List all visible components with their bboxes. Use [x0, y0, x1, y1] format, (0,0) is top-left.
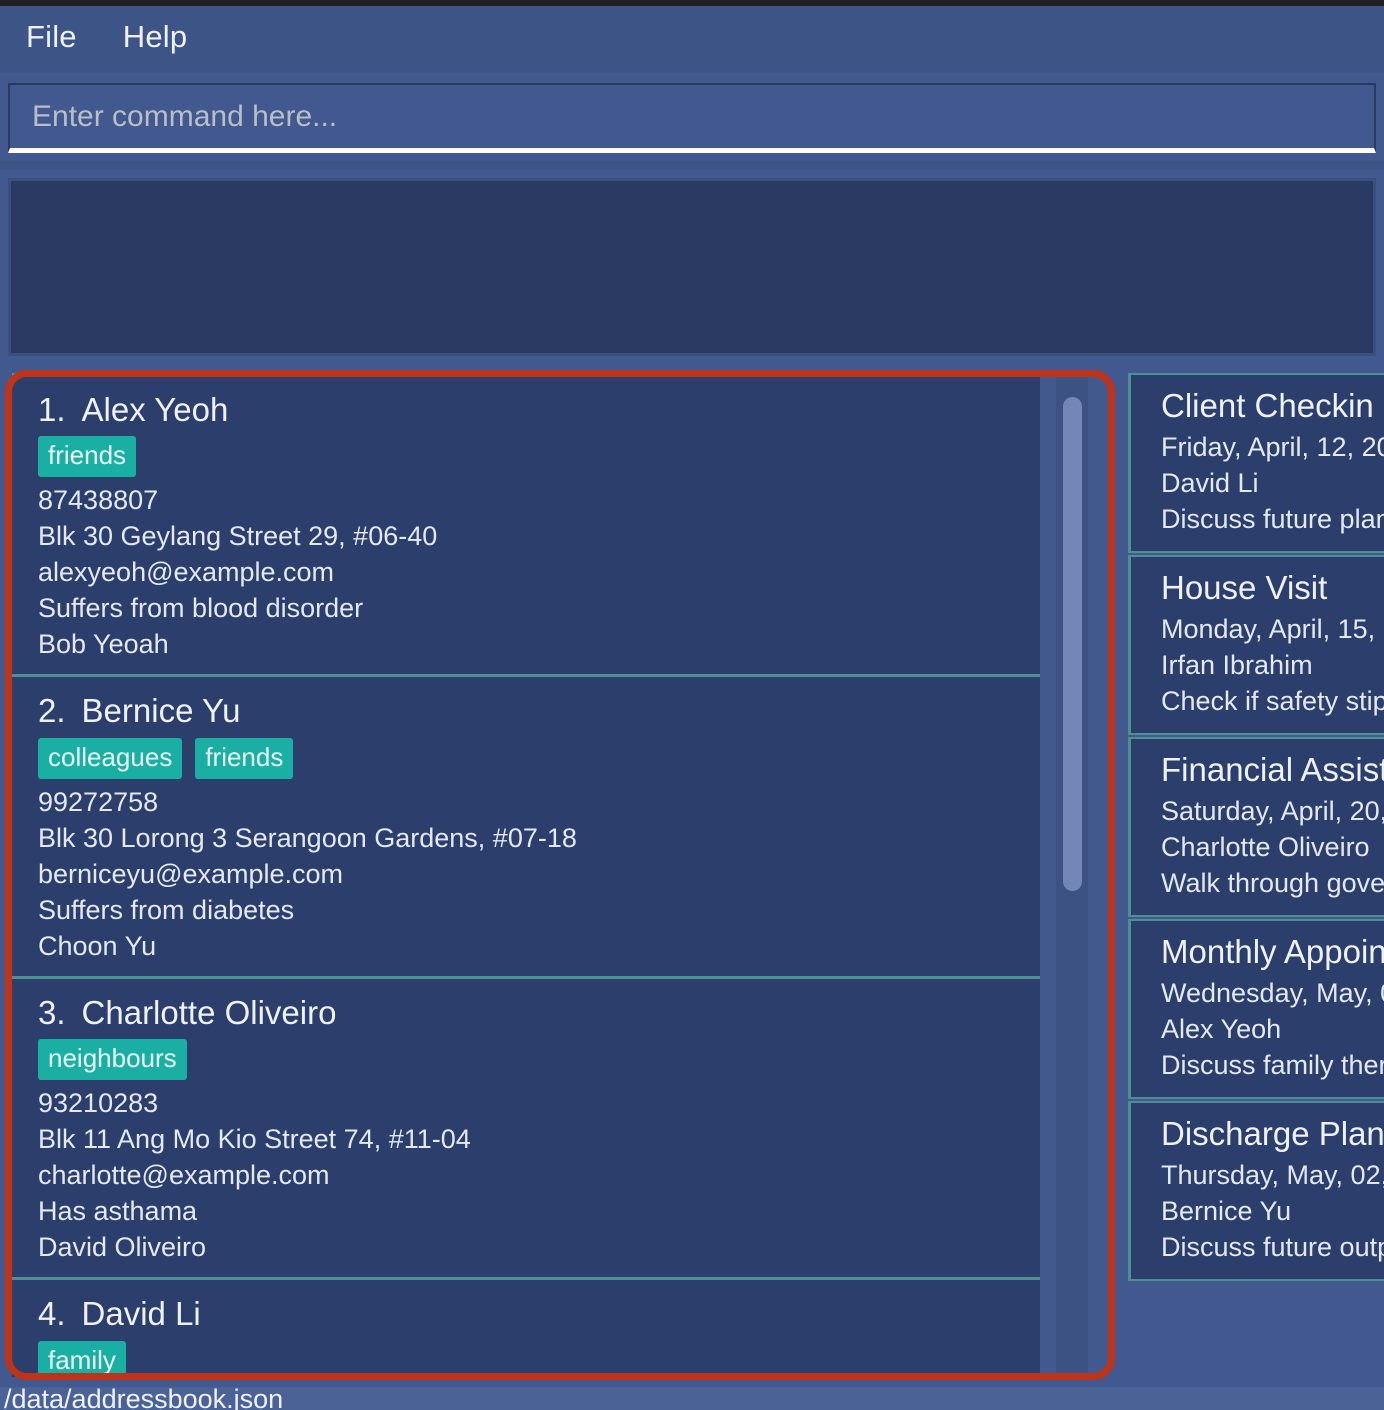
appointment-title: Financial Assista: [1161, 750, 1384, 788]
person-next-of-kin: Choon Yu: [38, 930, 157, 961]
person-condition: Has asthama: [38, 1196, 198, 1227]
person-condition: Suffers from blood disorder: [38, 593, 364, 624]
appointment-card[interactable]: Financial Assista Saturday, April, 20, 2…: [1128, 736, 1384, 917]
person-card[interactable]: 1. Alex Yeoh friends 87438807 Blk 30 Gey…: [12, 373, 1040, 675]
appointment-title: Client Checkin: [1161, 387, 1374, 424]
appointment-title: House Visit: [1161, 568, 1328, 606]
person-name: Bernice Yu: [81, 692, 241, 730]
tag-row: friends: [38, 436, 1040, 478]
person-list[interactable]: 1. Alex Yeoh friends 87438807 Blk 30 Gey…: [12, 373, 1052, 1377]
appointment-datetime: Saturday, April, 20, 2: [1161, 795, 1384, 826]
person-list-scrollbar[interactable]: [1056, 373, 1088, 1377]
person-tag: family: [38, 1340, 126, 1377]
person-phone: 99272758: [38, 786, 159, 817]
appointment-datetime: Thursday, May, 02, 2: [1161, 1159, 1384, 1190]
person-email: berniceyu@example.com: [38, 858, 344, 889]
appointment-person: Charlotte Oliveiro: [1161, 831, 1370, 862]
appointment-datetime: Wednesday, May, 01: [1161, 977, 1384, 1008]
appointment-card[interactable]: Client Checkin Friday, April, 12, 2024 D…: [1128, 373, 1384, 553]
appointment-person: David Li: [1161, 467, 1259, 498]
appointment-datetime: Monday, April, 15, 20: [1161, 613, 1384, 644]
person-next-of-kin: David Oliveiro: [38, 1232, 207, 1263]
person-name: David Li: [81, 1295, 201, 1333]
command-input[interactable]: [8, 83, 1376, 153]
tag-row: neighbours: [38, 1039, 1040, 1081]
tag-row: family: [38, 1340, 1040, 1377]
person-index: 2.: [38, 692, 66, 730]
lists-area: 1. Alex Yeoh friends 87438807 Blk 30 Gey…: [0, 365, 1384, 1387]
person-list-panel: 1. Alex Yeoh friends 87438807 Blk 30 Gey…: [12, 373, 1108, 1377]
person-address: Blk 11 Ang Mo Kio Street 74, #11-04: [38, 1124, 471, 1155]
person-address: Blk 30 Lorong 3 Serangoon Gardens, #07-1…: [38, 822, 577, 853]
result-display-container: [0, 170, 1384, 365]
person-tag: neighbours: [38, 1039, 187, 1081]
appointment-title: Monthly Appoint: [1161, 932, 1384, 970]
tag-row: colleagues friends: [38, 737, 1040, 779]
appointment-title: Discharge Planni: [1161, 1114, 1384, 1152]
person-index: 3.: [38, 993, 66, 1031]
person-card[interactable]: 4. David Li family 91031282 Blk 436 Sera…: [12, 1277, 1040, 1377]
command-box-container: [0, 73, 1384, 161]
person-tag: friends: [38, 436, 137, 478]
person-email: charlotte@example.com: [38, 1160, 330, 1191]
appointment-card[interactable]: House Visit Monday, April, 15, 20 Irfan …: [1128, 554, 1384, 735]
menu-item-help[interactable]: Help: [119, 19, 192, 54]
status-bar-file-path: /data/addressbook.json: [4, 1387, 284, 1410]
person-tag: colleagues: [38, 737, 183, 779]
result-display: [8, 178, 1376, 356]
person-card[interactable]: 2. Bernice Yu colleagues friends 9927275…: [12, 674, 1040, 976]
status-bar: /data/addressbook.json: [0, 1387, 1384, 1410]
appointment-description: Walk through govern: [1161, 867, 1384, 898]
person-name: Alex Yeoh: [81, 391, 229, 428]
appointment-person: Bernice Yu: [1161, 1195, 1292, 1226]
appointment-description: Discuss future outpa: [1161, 1231, 1384, 1262]
person-email: alexyeoh@example.com: [38, 557, 335, 588]
person-index: 1.: [38, 391, 66, 428]
appointment-person: Irfan Ibrahim: [1161, 649, 1313, 680]
appointment-datetime: Friday, April, 12, 2024: [1161, 431, 1384, 462]
person-headline: 2. Bernice Yu: [38, 689, 1040, 733]
person-headline: 4. David Li: [38, 1292, 1040, 1336]
person-tag: friends: [195, 737, 294, 779]
person-address: Blk 30 Geylang Street 29, #06-40: [38, 521, 438, 552]
appointment-card[interactable]: Monthly Appoint Wednesday, May, 01 Alex …: [1128, 918, 1384, 1099]
person-phone: 87438807: [38, 485, 159, 516]
person-card[interactable]: 3. Charlotte Oliveiro neighbours 9321028…: [12, 975, 1040, 1278]
person-condition: Suffers from diabetes: [38, 894, 295, 925]
scrollbar-thumb[interactable]: [1063, 397, 1082, 891]
appointment-list-panel[interactable]: Client Checkin Friday, April, 12, 2024 D…: [1128, 373, 1384, 1377]
appointment-description: Discuss future plans: [1161, 503, 1384, 534]
person-headline: 3. Charlotte Oliveiro: [38, 991, 1040, 1035]
appointment-card[interactable]: Discharge Planni Thursday, May, 02, 2 Be…: [1128, 1100, 1384, 1281]
appointment-person: Alex Yeoh: [1161, 1013, 1282, 1044]
menu-item-file[interactable]: File: [22, 19, 81, 54]
person-headline: 1. Alex Yeoh: [38, 388, 1040, 432]
appointment-description: Discuss family therap: [1161, 1049, 1384, 1080]
person-name: Charlotte Oliveiro: [81, 993, 337, 1031]
person-next-of-kin: Bob Yeoah: [38, 629, 169, 660]
person-index: 4.: [38, 1295, 66, 1333]
application-window: File Help 1. Alex Yeoh friends 874388: [0, 0, 1384, 1410]
person-phone: 93210283: [38, 1088, 159, 1119]
menu-bar: File Help: [0, 6, 1384, 67]
appointment-description: Check if safety stipul: [1161, 685, 1384, 716]
